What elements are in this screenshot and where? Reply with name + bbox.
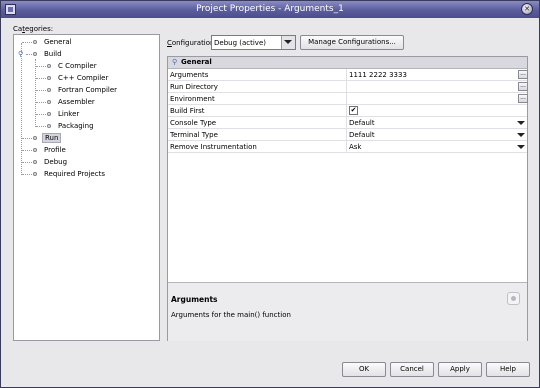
expand-collapse-icon[interactable]: ⚲ bbox=[18, 51, 25, 58]
apply-button[interactable]: Apply bbox=[438, 362, 482, 377]
tree-item-run[interactable]: Run bbox=[42, 133, 62, 143]
property-row-remove-instrumentation[interactable]: Remove Instrumentation Ask bbox=[168, 141, 527, 153]
dropdown-arrow-icon[interactable] bbox=[517, 121, 525, 125]
tree-item-debug[interactable]: Debug bbox=[44, 158, 67, 166]
tree-branch bbox=[22, 174, 32, 175]
tree-branch bbox=[36, 66, 46, 67]
property-row-run-directory[interactable]: Run Directory ... bbox=[168, 81, 528, 93]
help-icon[interactable] bbox=[507, 292, 520, 305]
property-row-terminal-type[interactable]: Terminal Type Default bbox=[168, 129, 527, 141]
property-row-console-type[interactable]: Console Type Default bbox=[168, 117, 527, 129]
leaf-node-icon bbox=[33, 148, 37, 152]
edit-ellipsis-button[interactable]: ... bbox=[518, 94, 528, 103]
console-type-value[interactable]: Default bbox=[349, 119, 375, 127]
description-panel: Arguments Arguments for the main() funct… bbox=[168, 282, 527, 341]
tree-branch bbox=[22, 138, 32, 139]
help-button[interactable]: Help bbox=[486, 362, 530, 377]
leaf-node-icon bbox=[33, 52, 37, 56]
tree-branch bbox=[36, 114, 46, 115]
terminal-type-value[interactable]: Default bbox=[349, 131, 375, 139]
tree-item-required-projects[interactable]: Required Projects bbox=[44, 170, 105, 178]
configuration-select[interactable]: Debug (active) bbox=[211, 35, 296, 50]
tree-branch bbox=[36, 102, 46, 103]
configuration-value: Debug (active) bbox=[214, 39, 266, 47]
tree-branch bbox=[36, 126, 46, 127]
chevron-down-icon[interactable] bbox=[281, 36, 295, 49]
dropdown-arrow-icon[interactable] bbox=[517, 145, 525, 149]
tree-guide-line bbox=[35, 59, 36, 127]
build-first-checkbox[interactable]: ✔ bbox=[349, 106, 358, 115]
leaf-node-icon bbox=[47, 64, 51, 68]
tree-guide-line bbox=[21, 43, 22, 175]
dropdown-arrow-icon[interactable] bbox=[517, 133, 525, 137]
section-header-general[interactable]: ⚲ General bbox=[168, 57, 527, 69]
leaf-node-icon bbox=[47, 100, 51, 104]
project-properties-dialog: Project Properties - Arguments_1 ✕ Categ… bbox=[0, 0, 540, 388]
edit-ellipsis-button[interactable]: ... bbox=[518, 82, 528, 91]
tree-branch bbox=[36, 90, 46, 91]
tree-item-build[interactable]: Build bbox=[44, 50, 62, 58]
tree-item-cpp-compiler[interactable]: C++ Compiler bbox=[58, 74, 108, 82]
tree-item-fortran-compiler[interactable]: Fortran Compiler bbox=[58, 86, 117, 94]
tree-item-linker[interactable]: Linker bbox=[58, 110, 79, 118]
ok-button[interactable]: OK bbox=[342, 362, 386, 377]
collapse-icon[interactable]: ⚲ bbox=[172, 58, 177, 66]
description-text: Arguments for the main() function bbox=[171, 311, 291, 319]
categories-tree[interactable]: General ⚲ Build C Compiler C++ Compiler … bbox=[13, 34, 160, 341]
tree-branch bbox=[26, 54, 32, 55]
remove-instrumentation-value[interactable]: Ask bbox=[349, 143, 362, 151]
categories-label: Categories: bbox=[13, 25, 54, 33]
leaf-node-icon bbox=[33, 40, 37, 44]
leaf-node-icon bbox=[47, 112, 51, 116]
tree-item-c-compiler[interactable]: C Compiler bbox=[58, 62, 97, 70]
description-title: Arguments bbox=[171, 295, 218, 304]
tree-branch bbox=[22, 42, 32, 43]
window-title: Project Properties - Arguments_1 bbox=[196, 4, 344, 14]
property-row-arguments[interactable]: Arguments 1111 2222 3333 ... bbox=[168, 69, 528, 81]
property-row-environment[interactable]: Environment ... bbox=[168, 93, 528, 105]
tree-item-assembler[interactable]: Assembler bbox=[58, 98, 95, 106]
leaf-node-icon bbox=[47, 88, 51, 92]
tree-item-packaging[interactable]: Packaging bbox=[58, 122, 94, 130]
edit-ellipsis-button[interactable]: ... bbox=[518, 70, 528, 79]
leaf-node-icon bbox=[33, 160, 37, 164]
title-bar[interactable]: Project Properties - Arguments_1 ✕ bbox=[1, 1, 539, 18]
tree-branch bbox=[36, 78, 46, 79]
tree-item-profile[interactable]: Profile bbox=[44, 146, 66, 154]
property-row-build-first[interactable]: Build First ✔ bbox=[168, 105, 527, 117]
cancel-button[interactable]: Cancel bbox=[390, 362, 434, 377]
tree-branch bbox=[22, 162, 32, 163]
leaf-node-icon bbox=[47, 76, 51, 80]
leaf-node-icon bbox=[33, 136, 37, 140]
manage-configurations-button[interactable]: Manage Configurations... bbox=[300, 35, 404, 50]
leaf-node-icon bbox=[47, 124, 51, 128]
configuration-label: Configuration: bbox=[167, 39, 217, 47]
close-icon[interactable]: ✕ bbox=[521, 3, 533, 15]
arguments-value[interactable]: 1111 2222 3333 bbox=[349, 71, 407, 79]
tree-item-general[interactable]: General bbox=[44, 38, 72, 46]
leaf-node-icon bbox=[33, 172, 37, 176]
tree-branch bbox=[22, 150, 32, 151]
property-sheet: ⚲ General Arguments 1111 2222 3333 ... R… bbox=[167, 56, 528, 341]
